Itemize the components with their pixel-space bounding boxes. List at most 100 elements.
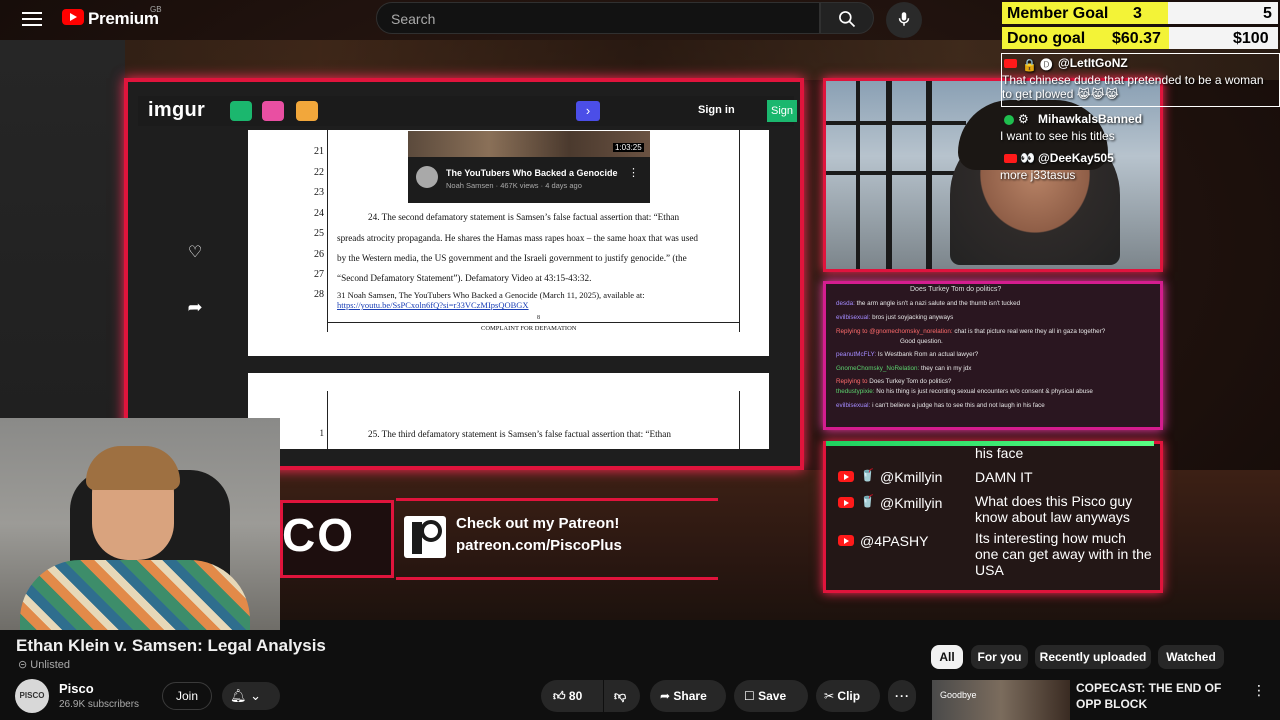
line-number: 26 — [314, 249, 324, 260]
youtube-brand[interactable]: Premium — [88, 9, 159, 29]
more-vert-icon[interactable]: ⋮ — [1252, 682, 1266, 699]
clip-label: Clip — [837, 689, 861, 703]
margin-line-left — [327, 391, 328, 449]
document-line: 25. The third defamatory statement is Sa… — [368, 429, 671, 439]
chat-username: @Kmillyin — [880, 495, 943, 511]
imgur-game-icon — [296, 101, 318, 121]
twitch-chat-line: peanutMcFLY: Is Westbank Rom an actual l… — [836, 351, 979, 358]
youtube-logo-icon[interactable] — [62, 9, 84, 25]
chat-message: That chinese dude that pretended to be a… — [1002, 73, 1264, 87]
host-shirt — [20, 560, 250, 630]
search-box[interactable] — [376, 2, 820, 34]
twitch-chat-line: thedustypixie: No his thing is just reco… — [836, 388, 1093, 395]
window-frame — [926, 81, 932, 269]
patreon-line2: patreon.com/PiscoPlus — [456, 537, 622, 554]
embedded-video-meta: Noah Samsen · 467K views · 4 days ago — [446, 181, 582, 190]
member-goal-current: 3 — [1133, 5, 1142, 22]
hamburger-icon[interactable] — [22, 8, 42, 28]
embedded-video-duration: 1:03:25 — [613, 143, 644, 152]
youtube-icon — [838, 535, 854, 546]
chip-all[interactable]: All — [931, 645, 963, 669]
save-button[interactable]: ☐ Save — [734, 680, 808, 712]
chat-message: more j33tasus — [1000, 168, 1076, 182]
margin-line-left — [327, 130, 328, 332]
embedded-more-icon: ⋮ — [628, 167, 639, 179]
voice-search-button[interactable] — [886, 2, 922, 38]
document-page-number: 8 — [537, 315, 540, 321]
like-count: 80 — [568, 689, 583, 703]
chat-username: @DeeKay505 — [1038, 151, 1114, 165]
channel-name[interactable]: Pisco — [59, 681, 94, 696]
share-arrow-icon: ➦ — [187, 297, 203, 317]
chip-for-you[interactable]: For you — [971, 645, 1028, 669]
patreon-line1: Check out my Patreon! — [456, 515, 620, 532]
share-icon: ➦ — [660, 689, 671, 703]
chevron-down-icon: ⌄ — [250, 688, 262, 703]
video-title: Ethan Klein v. Samsen: Legal Analysis — [16, 636, 326, 655]
dislike-button[interactable]: 👎︎ — [604, 680, 640, 712]
imgur-add-icon — [230, 101, 252, 121]
chat-username: @LetItGoNZ — [1058, 56, 1128, 70]
recommended-title[interactable]: COPECAST: THE END OF OPP BLOCK — [1076, 680, 1246, 712]
thumbs-down-icon: 👎︎ — [614, 689, 627, 703]
chip-watched[interactable]: Watched — [1158, 645, 1224, 669]
line-number: 22 — [314, 167, 324, 178]
recommended-thumbnail[interactable] — [932, 680, 1070, 720]
twitch-chat-line: GnomeChomsky_NoRelation: they can in my … — [836, 365, 972, 372]
document-line: “Second Defamatory Statement”). Defamato… — [337, 273, 592, 283]
chat-username: @Kmillyin — [880, 469, 943, 485]
save-label: Save — [758, 689, 787, 703]
youtube-icon — [838, 471, 854, 482]
visibility-badge: ⊝ Unlisted — [18, 658, 70, 671]
document-footnote-link: https://youtu.be/SsPCxoln6fQ?si=r33VCzMI… — [337, 300, 529, 310]
chat-message: to get plowed 😹😹😹 — [1002, 87, 1119, 101]
notifications-button[interactable]: 🔔︎ ⌄ — [222, 682, 280, 710]
line-number: 27 — [314, 269, 324, 280]
share-button[interactable]: ➦ Share — [650, 680, 726, 712]
chat-username: @4PASHY — [860, 533, 929, 549]
embedded-video-title: The YouTubers Who Backed a Genocide — [446, 168, 618, 178]
cup-icon: 🥤 — [860, 468, 875, 482]
bell-icon: 🔔︎ — [230, 688, 247, 703]
youtube-icon — [1004, 59, 1017, 68]
imgur-heart-icon — [262, 101, 284, 121]
patreon-icon-circle — [420, 520, 442, 542]
channel-logo-text: CO — [282, 509, 355, 561]
more-icon: ··· — [895, 689, 910, 703]
line-number: 21 — [314, 146, 324, 157]
window-frame — [886, 81, 892, 269]
youtube-icon — [838, 497, 854, 508]
twitch-chat-line: desda: the arm angle isn't a nazi salute… — [836, 300, 1021, 307]
window-frame — [826, 121, 966, 125]
dono-goal-current: $60.37 — [1112, 30, 1161, 47]
window-frame — [856, 81, 860, 269]
twitch-chat-line: evilbisexual: bros just soyjacking anywa… — [836, 314, 954, 321]
line-number: 23 — [314, 187, 324, 198]
embedded-channel-avatar — [416, 166, 438, 188]
twitch-chat-line: Replying to Does Turkey Tom do politics? — [836, 378, 952, 385]
twitch-chat-line: evilbisexual: i can't believe a judge ha… — [836, 402, 1045, 409]
badge-icon: 👀 — [1020, 151, 1035, 165]
search-input[interactable] — [389, 10, 793, 28]
chat-message: DAMN IT — [975, 469, 1033, 485]
search-button[interactable] — [820, 2, 874, 34]
save-icon: ☐ — [744, 689, 755, 703]
imgur-sign-up: Sign — [767, 100, 797, 122]
channel-avatar[interactable]: PISCO — [15, 679, 49, 713]
host-hair — [86, 446, 180, 490]
thumbs-up-icon: 👍︎ — [553, 689, 566, 703]
member-goal-label: Member Goal — [1007, 5, 1109, 22]
join-button[interactable]: Join — [162, 682, 212, 710]
more-actions-button[interactable]: ··· — [888, 680, 916, 712]
heart-icon: ♡ — [187, 244, 203, 261]
like-button[interactable]: 👍︎ 80 — [541, 680, 603, 712]
twitch-chat-title: Does Turkey Tom do politics? — [910, 286, 1002, 293]
document-page: 1 25. The third defamatory statement is … — [248, 373, 769, 449]
recommended-thumbnail-text: Goodbye — [940, 690, 977, 700]
document-footnote: 31 Noah Samsen, The YouTubers Who Backed… — [337, 290, 645, 300]
link-icon: ⊝ — [18, 659, 31, 671]
youtube-chat-partial: his face — [975, 445, 1024, 461]
imgur-sign-in: Sign in — [698, 104, 735, 116]
chip-recently-uploaded[interactable]: Recently uploaded — [1035, 645, 1151, 669]
clip-button[interactable]: ✂ Clip — [816, 680, 880, 712]
